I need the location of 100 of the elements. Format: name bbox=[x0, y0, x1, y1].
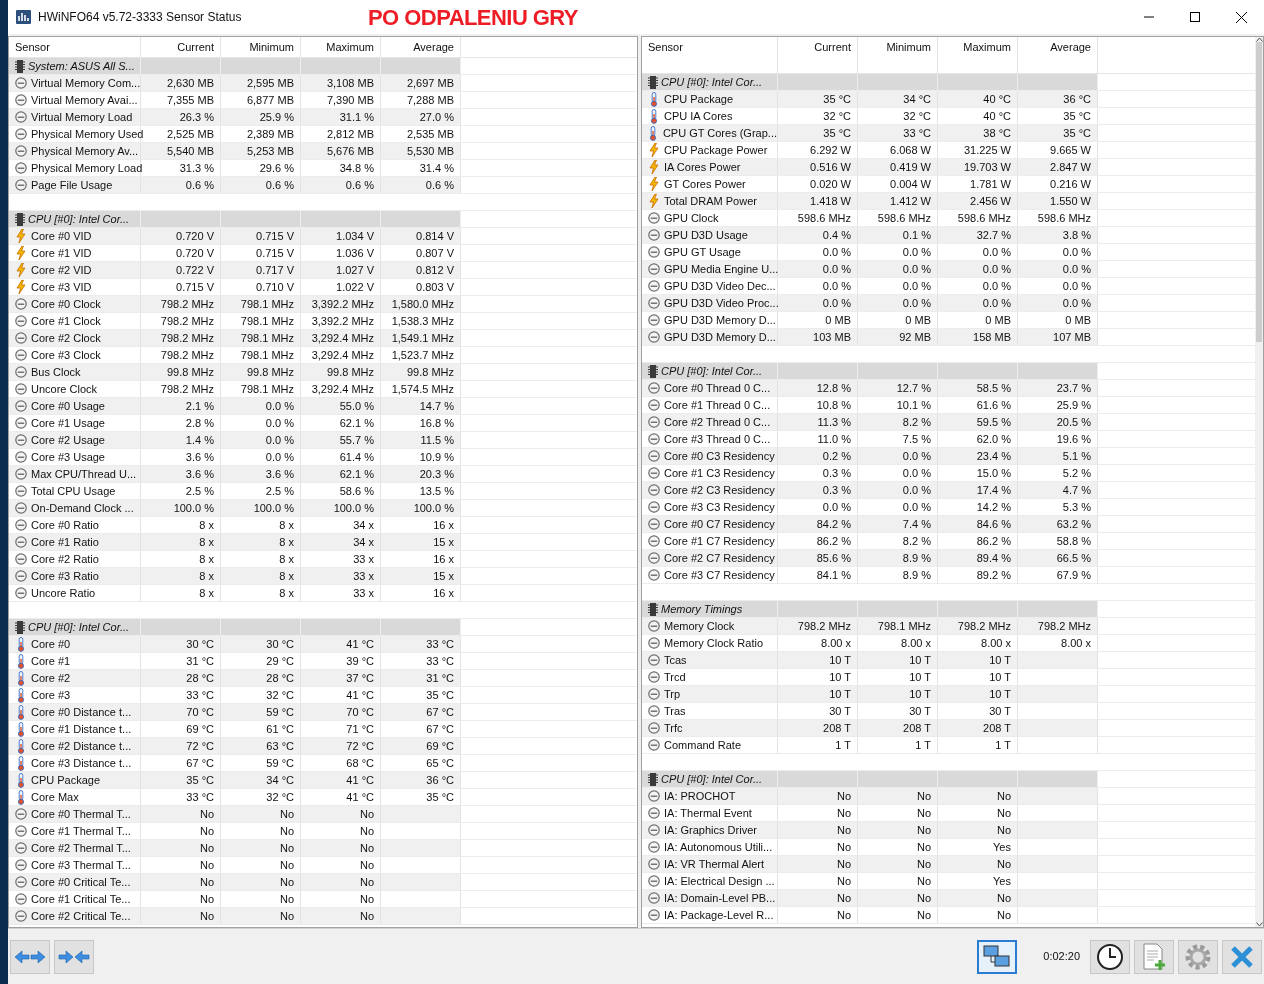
table-row[interactable]: IA: VR Thermal Alert No No No bbox=[642, 856, 1098, 872]
sensor-cell[interactable]: Trp bbox=[642, 686, 778, 702]
table-row[interactable]: Core #2 Thermal T... No No No bbox=[9, 840, 461, 856]
close-sensors-button[interactable] bbox=[1222, 939, 1262, 974]
table-row[interactable]: Core #2 C3 Residency 0.3 % 0.0 % 17.4 % 4.7 % bbox=[642, 482, 1098, 498]
table-row[interactable]: Core #0 Critical Te... No No No bbox=[9, 874, 461, 890]
table-row[interactable]: Page File Usage 0.6 % 0.6 % 0.6 % 0.6 % bbox=[9, 177, 461, 193]
sensor-cell[interactable]: Core #1 Distance t... bbox=[9, 721, 141, 737]
sensor-cell[interactable]: GPU D3D Usage bbox=[642, 227, 778, 243]
sensor-cell[interactable]: Core #0 C3 Residency bbox=[642, 448, 778, 464]
column-header[interactable]: Current bbox=[778, 37, 858, 73]
sensor-cell[interactable]: Trfc bbox=[642, 720, 778, 736]
column-header[interactable]: Minimum bbox=[221, 37, 301, 57]
collapse-button[interactable] bbox=[54, 939, 94, 974]
table-row[interactable]: Core #0 Distance t... 70 °C 59 °C 70 °C 67 °C bbox=[9, 704, 461, 720]
table-row[interactable]: CPU Package 35 °C 34 °C 40 °C 36 °C bbox=[642, 91, 1098, 107]
table-row[interactable]: Core #2 28 °C 28 °C 37 °C 31 °C bbox=[9, 670, 461, 686]
sensor-cell[interactable]: Page File Usage bbox=[9, 177, 141, 193]
table-row[interactable]: Core #0 C3 Residency 0.2 % 0.0 % 23.4 % 5.1 % bbox=[642, 448, 1098, 464]
sensor-cell[interactable]: CPU Package Power bbox=[642, 142, 778, 158]
sensor-cell[interactable]: Core #2 Thread 0 C... bbox=[642, 414, 778, 430]
table-row[interactable]: Core #2 VID 0.722 V 0.717 V 1.027 V 0.812 V bbox=[9, 262, 461, 278]
table-row[interactable]: Core #2 C7 Residency 85.6 % 8.9 % 89.4 % 66.5 % bbox=[642, 550, 1098, 566]
column-header[interactable]: Maximum bbox=[301, 37, 381, 57]
table-row[interactable]: Virtual Memory Com... 2,630 MB 2,595 MB 3,108 MB 2,697 MB bbox=[9, 75, 461, 91]
sensor-cell[interactable]: Core #2 Thermal T... bbox=[9, 840, 141, 856]
table-row[interactable]: Core #0 Usage 2.1 % 0.0 % 55.0 % 14.7 % bbox=[9, 398, 461, 414]
table-row[interactable]: Virtual Memory Load 26.3 % 25.9 % 31.1 % 27.0 % bbox=[9, 109, 461, 125]
sensor-cell[interactable]: Core #2 Critical Te... bbox=[9, 908, 141, 924]
sensor-cell[interactable]: Core #2 Ratio bbox=[9, 551, 141, 567]
sensor-cell[interactable]: Physical Memory Used bbox=[9, 126, 141, 142]
sensor-cell[interactable]: Uncore Ratio bbox=[9, 585, 141, 601]
sensor-cell[interactable]: Physical Memory Av... bbox=[9, 143, 141, 159]
table-row[interactable]: Core #3 Ratio 8 x 8 x 33 x 15 x bbox=[9, 568, 461, 584]
group-header[interactable]: System: ASUS All S... bbox=[9, 58, 461, 74]
sensor-cell[interactable]: Core #1 Ratio bbox=[9, 534, 141, 550]
sensor-cell[interactable]: CPU GT Cores (Grap... bbox=[642, 125, 778, 141]
sensor-cell[interactable]: IA: VR Thermal Alert bbox=[642, 856, 778, 872]
sensor-cell[interactable]: Core #2 C7 Residency bbox=[642, 550, 778, 566]
sensor-cell[interactable]: Core #2 Distance t... bbox=[9, 738, 141, 754]
sensor-cell[interactable]: Command Rate bbox=[642, 737, 778, 753]
expand-button[interactable] bbox=[10, 939, 50, 974]
sensor-cell[interactable]: CPU IA Cores bbox=[642, 108, 778, 124]
sensor-cell[interactable]: Core #1 VID bbox=[9, 245, 141, 261]
sensor-cell[interactable]: CPU Package bbox=[642, 91, 778, 107]
sensor-cell[interactable]: Core #0 bbox=[9, 636, 141, 652]
sensor-cell[interactable]: Memory Clock bbox=[642, 618, 778, 634]
sensor-cell[interactable]: CPU Package bbox=[9, 772, 141, 788]
sensor-cell[interactable]: Core #3 C3 Residency bbox=[642, 499, 778, 515]
table-row[interactable]: Max CPU/Thread U... 3.6 % 3.6 % 62.1 % 20.3 % bbox=[9, 466, 461, 482]
table-row[interactable]: GPU Media Engine U... 0.0 % 0.0 % 0.0 % 0.0 % bbox=[642, 261, 1098, 277]
sensor-cell[interactable]: Core #2 Usage bbox=[9, 432, 141, 448]
scroll-up-icon[interactable] bbox=[1255, 37, 1263, 42]
sensor-cell[interactable]: Core #3 Clock bbox=[9, 347, 141, 363]
sensor-cell[interactable]: IA: Electrical Design ... bbox=[642, 873, 778, 889]
sensor-cell[interactable]: Core #0 Ratio bbox=[9, 517, 141, 533]
sensor-cell[interactable]: Core #3 Ratio bbox=[9, 568, 141, 584]
sensor-cell[interactable]: IA: PROCHOT bbox=[642, 788, 778, 804]
sensor-cell[interactable]: Max CPU/Thread U... bbox=[9, 466, 141, 482]
sensor-cell[interactable]: Virtual Memory Avai... bbox=[9, 92, 141, 108]
table-row[interactable]: Core #2 Clock 798.2 MHz 798.1 MHz 3,292.4 MHz 1,549.1 MHz bbox=[9, 330, 461, 346]
table-row[interactable]: Trfc 208 T 208 T 208 T bbox=[642, 720, 1098, 736]
sensor-cell[interactable]: Core #1 Thermal T... bbox=[9, 823, 141, 839]
column-header[interactable]: Sensor bbox=[642, 37, 778, 73]
column-header[interactable]: Current bbox=[141, 37, 221, 57]
table-row[interactable]: GPU D3D Memory D... 103 MB 92 MB 158 MB 107 MB bbox=[642, 329, 1098, 345]
sensor-cell[interactable]: IA: Autonomous Utili... bbox=[642, 839, 778, 855]
sensor-cell[interactable]: Core #3 Usage bbox=[9, 449, 141, 465]
table-row[interactable]: IA: PROCHOT No No No bbox=[642, 788, 1098, 804]
sensor-cell[interactable]: Core #1 Critical Te... bbox=[9, 891, 141, 907]
group-header[interactable]: CPU [#0]: Intel Cor... bbox=[642, 74, 1098, 90]
sensor-cell[interactable]: Virtual Memory Com... bbox=[9, 75, 141, 91]
sensor-cell[interactable]: Uncore Clock bbox=[9, 381, 141, 397]
table-row[interactable]: Core #0 C7 Residency 84.2 % 7.4 % 84.6 % 63.2 % bbox=[642, 516, 1098, 532]
sensor-cell[interactable]: IA: Package-Level R... bbox=[642, 907, 778, 923]
sensor-cell[interactable]: Physical Memory Load bbox=[9, 160, 141, 176]
sensor-cell[interactable]: GPU D3D Video Proc... bbox=[642, 295, 778, 311]
sensor-cell[interactable]: Core #2 bbox=[9, 670, 141, 686]
table-row[interactable]: IA: Graphics Driver No No No bbox=[642, 822, 1098, 838]
sensor-cell[interactable]: GPU D3D Memory D... bbox=[642, 312, 778, 328]
sensor-cell[interactable]: Core #0 Thread 0 C... bbox=[642, 380, 778, 396]
table-row[interactable]: Bus Clock 99.8 MHz 99.8 MHz 99.8 MHz 99.8 MHz bbox=[9, 364, 461, 380]
table-row[interactable]: Core #0 Thermal T... No No No bbox=[9, 806, 461, 822]
sensor-cell[interactable]: Tcas bbox=[642, 652, 778, 668]
group-header[interactable]: CPU [#0]: Intel Cor... bbox=[642, 363, 1098, 379]
table-row[interactable]: Memory Clock 798.2 MHz 798.1 MHz 798.2 MHz 798.2 MHz bbox=[642, 618, 1098, 634]
sensor-cell[interactable]: Core #1 Thread 0 C... bbox=[642, 397, 778, 413]
table-row[interactable]: Core #0 30 °C 30 °C 41 °C 33 °C bbox=[9, 636, 461, 652]
sensor-cell[interactable]: Core #1 Clock bbox=[9, 313, 141, 329]
group-header[interactable]: Memory Timings bbox=[642, 601, 1098, 617]
group-header[interactable]: CPU [#0]: Intel Cor... bbox=[9, 211, 461, 227]
sensor-cell[interactable]: Core #0 Thermal T... bbox=[9, 806, 141, 822]
sensor-cell[interactable]: Core #0 Distance t... bbox=[9, 704, 141, 720]
sensor-cell[interactable]: Core #0 VID bbox=[9, 228, 141, 244]
table-row[interactable]: Total DRAM Power 1.418 W 1.412 W 2.456 W 1.550 W bbox=[642, 193, 1098, 209]
table-row[interactable]: Trp 10 T 10 T 10 T bbox=[642, 686, 1098, 702]
sensor-cell[interactable]: Virtual Memory Load bbox=[9, 109, 141, 125]
table-row[interactable]: Core #2 Distance t... 72 °C 63 °C 72 °C 69 °C bbox=[9, 738, 461, 754]
table-row[interactable]: Core #2 Thread 0 C... 11.3 % 8.2 % 59.5 % 20.5 % bbox=[642, 414, 1098, 430]
table-row[interactable]: IA: Domain-Level PB... No No No bbox=[642, 890, 1098, 906]
